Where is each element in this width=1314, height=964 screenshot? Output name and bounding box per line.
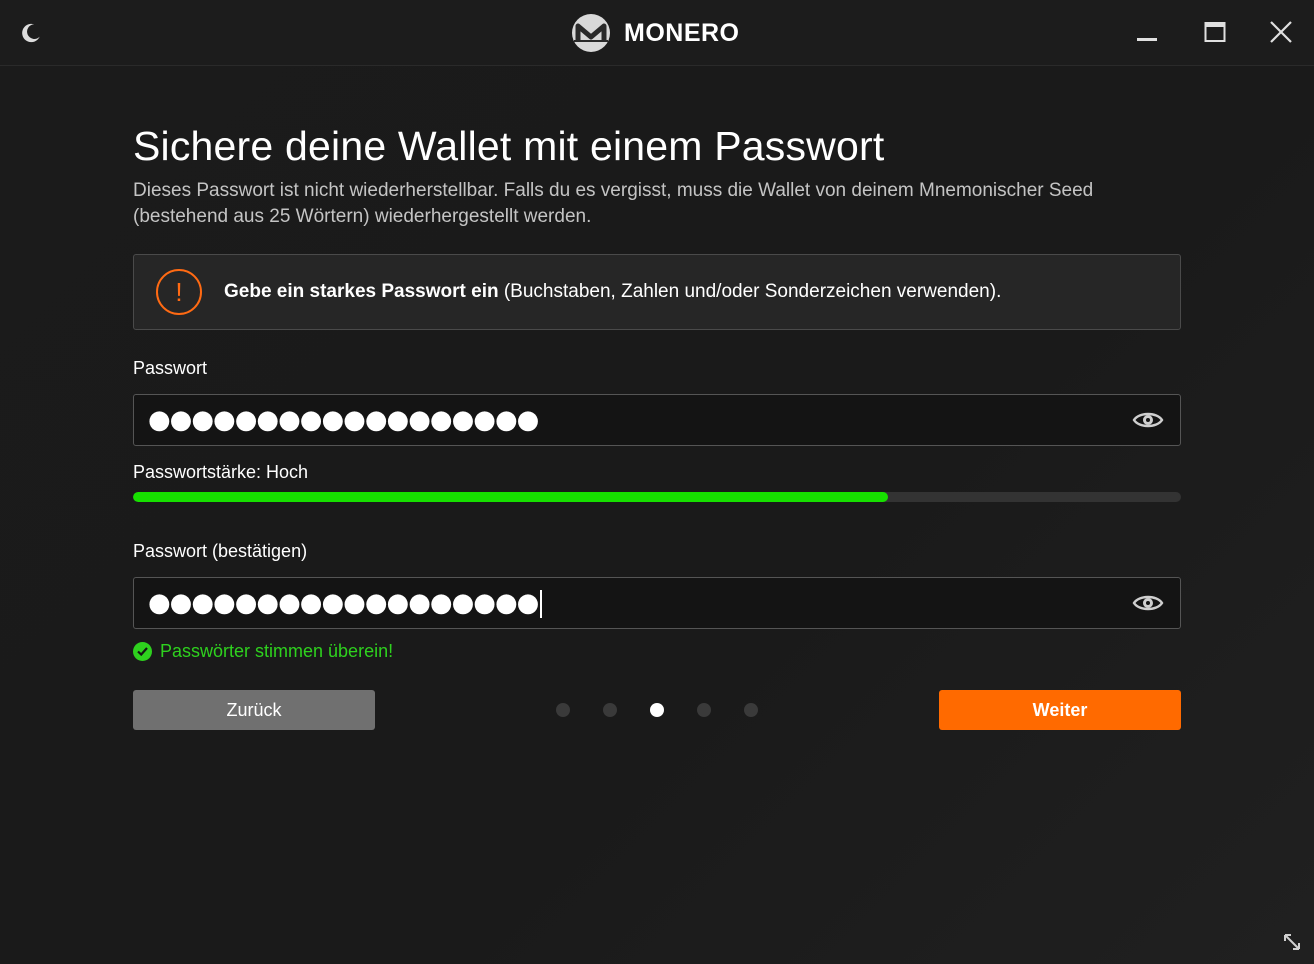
- password-match-text: Passwörter stimmen überein!: [160, 640, 394, 661]
- wizard-step-indicator: [556, 703, 758, 717]
- wallet-wizard-window: MONERO Sichere deine Wallet mit einem Pa…: [0, 0, 1314, 964]
- password-strength-label: Passwortstärke: Hoch: [133, 462, 309, 482]
- step-dot-3: [650, 703, 664, 717]
- next-button[interactable]: Weiter: [939, 690, 1181, 730]
- step-dot-5: [744, 703, 758, 717]
- brand: MONERO: [572, 14, 740, 52]
- step-dot-4: [697, 703, 711, 717]
- confirm-password-label: Passwort (bestätigen): [133, 541, 308, 561]
- check-circle-icon: [133, 641, 152, 661]
- minimize-icon[interactable]: [1132, 17, 1162, 47]
- confirm-password-input[interactable]: ●●●●●●●●●●●●●●●●●●: [133, 577, 1181, 629]
- page-title: Sichere deine Wallet mit einem Passwort: [133, 123, 885, 169]
- password-strength-fill: [133, 492, 888, 502]
- step-dot-2: [603, 703, 617, 717]
- close-icon[interactable]: [1266, 17, 1296, 47]
- monero-logo-icon: [572, 14, 610, 52]
- password-label: Passwort: [133, 358, 208, 378]
- page-header: Sichere deine Wallet mit einem Passwort …: [133, 120, 1181, 230]
- confirm-password-dots: ●●●●●●●●●●●●●●●●●●: [148, 588, 539, 618]
- confirm-password-masked-value: ●●●●●●●●●●●●●●●●●●: [148, 588, 543, 618]
- back-button[interactable]: Zurück: [133, 690, 375, 730]
- password-strength-bar: [133, 492, 1181, 502]
- warning-circle-icon: !: [156, 269, 202, 315]
- eye-icon[interactable]: [1132, 407, 1164, 433]
- app-name: MONERO: [624, 18, 740, 47]
- warning-text-rest: (Buchstaben, Zahlen und/oder Sonderzeich…: [498, 281, 1002, 302]
- password-match-message: Passwörter stimmen überein!: [133, 639, 393, 663]
- title-bar[interactable]: MONERO: [0, 0, 1314, 66]
- password-masked-value: ●●●●●●●●●●●●●●●●●●: [148, 405, 539, 435]
- warning-text: Gebe ein starkes Passwort ein (Buchstabe…: [224, 281, 1001, 303]
- warning-text-bold: Gebe ein starkes Passwort ein: [224, 281, 499, 302]
- text-caret: [540, 589, 543, 618]
- password-input[interactable]: ●●●●●●●●●●●●●●●●●●: [133, 394, 1181, 446]
- page-description: Dieses Passwort ist nicht wiederherstell…: [133, 180, 1094, 227]
- eye-icon[interactable]: [1132, 590, 1164, 616]
- maximize-icon[interactable]: [1200, 17, 1230, 47]
- moon-icon[interactable]: [18, 20, 44, 46]
- step-dot-1: [556, 703, 570, 717]
- resize-icon[interactable]: [1280, 930, 1304, 954]
- password-warning-box: ! Gebe ein starkes Passwort ein (Buchsta…: [133, 254, 1181, 330]
